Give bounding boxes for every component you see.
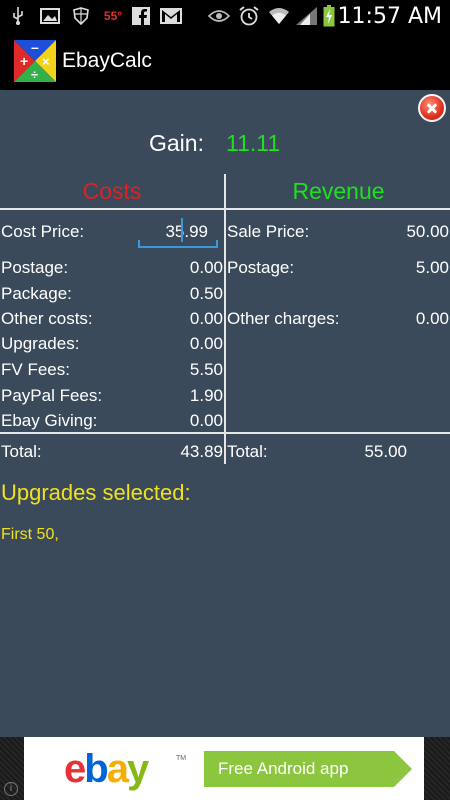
other-costs-label: Other costs: xyxy=(1,309,93,328)
gain-label: Gain: xyxy=(149,130,204,156)
action-bar: + – × ÷ EbayCalc xyxy=(0,32,450,90)
other-charges-label: Other charges: xyxy=(227,309,340,328)
package-label: Package: xyxy=(1,284,72,303)
svg-text:÷: ÷ xyxy=(31,67,38,82)
ebay-logo-b: b xyxy=(84,747,108,791)
ebay-logo: ebay xyxy=(64,747,149,792)
gain-value: 11.11 xyxy=(226,130,281,156)
upgrades-heading: Upgrades selected: xyxy=(1,480,191,505)
free-android-app-button[interactable]: Free Android app xyxy=(204,751,412,787)
ebay-trademark: TM xyxy=(176,755,187,762)
ebay-giving-value[interactable]: 0.00 xyxy=(190,411,223,431)
revenue-postage-value[interactable]: 5.00 xyxy=(416,258,449,278)
wifi-icon xyxy=(268,6,290,26)
image-icon xyxy=(40,6,60,26)
ad-info-icon[interactable]: i xyxy=(4,782,18,796)
package-value[interactable]: 0.50 xyxy=(190,284,223,304)
paypal-fees-value: 1.90 xyxy=(189,386,223,405)
cost-price-value[interactable]: 35.99 xyxy=(165,222,208,242)
battery-charging-icon xyxy=(322,5,336,27)
upgrades-list: First 50, xyxy=(1,526,59,543)
facebook-icon xyxy=(132,6,150,26)
temperature-badge: 55° xyxy=(103,9,123,23)
svg-text:×: × xyxy=(42,54,50,69)
sale-price-label: Sale Price: xyxy=(227,222,310,241)
shield-icon xyxy=(72,6,90,26)
cost-price-input[interactable]: 35.99 xyxy=(138,218,218,248)
usb-icon xyxy=(10,6,26,26)
eye-icon xyxy=(208,6,230,26)
svg-text:–: – xyxy=(31,40,39,55)
gmail-icon xyxy=(160,6,182,26)
ad-banner-area: ebay TM Free Android app i xyxy=(0,737,450,800)
cost-price-label: Cost Price: xyxy=(1,222,85,241)
ebay-giving-label: Ebay Giving: xyxy=(1,411,98,430)
cost-total-value: 43.89 xyxy=(180,442,223,461)
revenue-total-label: Total: xyxy=(227,442,268,461)
text-cursor xyxy=(181,218,183,242)
column-divider xyxy=(224,174,226,464)
ebay-logo-a: a xyxy=(106,747,129,791)
cost-total-label: Total: xyxy=(1,442,42,461)
ebay-logo-e: e xyxy=(64,747,86,791)
paypal-fees-label: PayPal Fees: xyxy=(1,386,103,405)
other-charges-value[interactable]: 0.00 xyxy=(416,309,449,329)
costs-heading: Costs xyxy=(82,178,142,204)
app-logo-icon: + – × ÷ xyxy=(14,39,56,82)
fv-fees-label: FV Fees: xyxy=(1,360,70,379)
ad-banner[interactable]: ebay TM Free Android app xyxy=(24,737,424,800)
other-costs-value[interactable]: 0.00 xyxy=(190,309,223,329)
cost-postage-label: Postage: xyxy=(1,258,69,277)
ebay-logo-y: y xyxy=(126,747,149,791)
revenue-postage-label: Postage: xyxy=(227,258,295,277)
upgrades-value[interactable]: 0.00 xyxy=(190,334,223,354)
fv-fees-value: 5.50 xyxy=(189,360,223,379)
cost-postage-value[interactable]: 0.00 xyxy=(190,258,223,278)
close-icon[interactable] xyxy=(418,94,446,122)
calculator-panel: Gain: 11.11 Costs Revenue Cost Price: 35… xyxy=(0,90,450,737)
svg-text:+: + xyxy=(20,53,28,69)
sale-price-value[interactable]: 50.00 xyxy=(406,222,449,242)
upgrades-label: Upgrades: xyxy=(1,334,80,353)
clock: 11:57 AM xyxy=(337,4,442,29)
alarm-icon xyxy=(238,6,260,26)
revenue-total-value: 55.00 xyxy=(364,442,407,461)
app-title: EbayCalc xyxy=(62,49,152,72)
signal-icon xyxy=(296,6,318,26)
status-bar: 55° 11:57 AM xyxy=(0,0,450,32)
total-divider xyxy=(0,432,450,434)
revenue-heading: Revenue xyxy=(292,178,385,204)
